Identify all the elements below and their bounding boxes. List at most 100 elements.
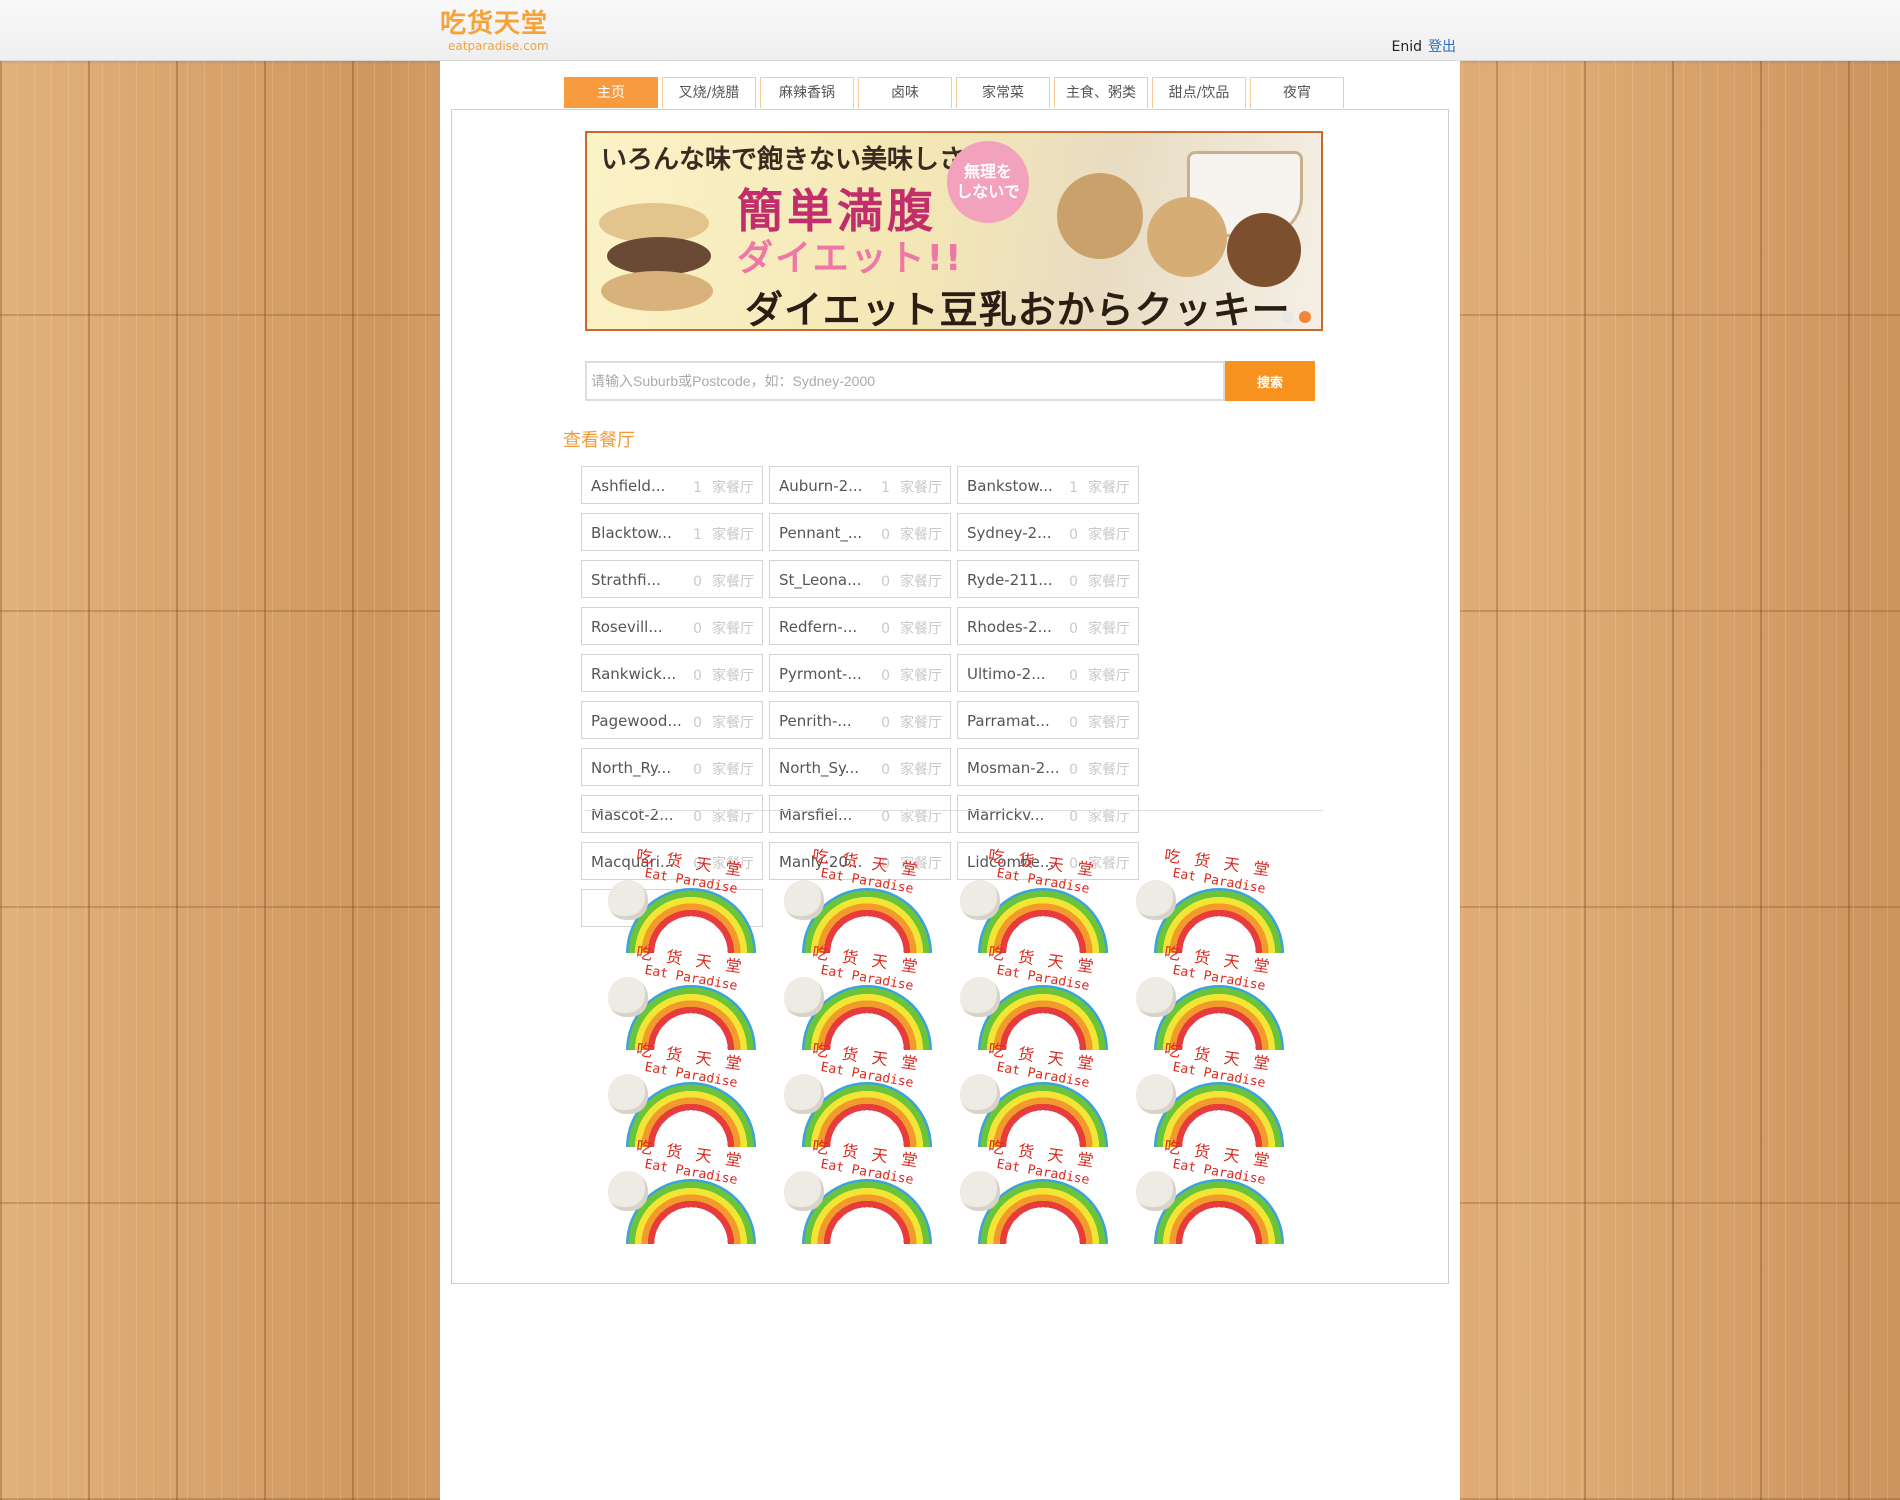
restaurant-logo[interactable]: 吃货天堂 Eat Paradise xyxy=(944,943,1120,1050)
count-unit: 家餐厅 xyxy=(1088,762,1130,778)
suburb-name: Bankstow... xyxy=(967,477,1053,495)
tab-4[interactable]: 家常菜 xyxy=(956,77,1050,108)
count-value: 0 xyxy=(693,809,702,825)
cookie-graphic xyxy=(1147,197,1227,277)
restaurant-logo[interactable]: 吃货天堂 Eat Paradise xyxy=(592,943,768,1050)
suburb-card[interactable]: Penrith-... 0 家餐厅 xyxy=(769,701,951,739)
banner-product-name: ダイエット豆乳おからクッキー xyxy=(745,287,1291,331)
suburb-card[interactable]: Parramat... 0 家餐厅 xyxy=(957,701,1139,739)
restaurant-count: 0 家餐厅 xyxy=(693,618,754,638)
restaurant-logo[interactable]: 吃货天堂 Eat Paradise xyxy=(1120,943,1296,1050)
suburb-card[interactable]: Ultimo-2... 0 家餐厅 xyxy=(957,654,1139,692)
suburb-card[interactable]: Strathfi... 0 家餐厅 xyxy=(581,560,763,598)
restaurant-logo[interactable]: 吃货天堂 Eat Paradise xyxy=(944,846,1120,953)
banner-headline: いろんな味で飽きない美味しさ! xyxy=(601,145,977,175)
restaurant-count: 0 家餐厅 xyxy=(881,665,942,685)
chef-hat-icon xyxy=(784,977,824,1017)
suburb-name: Ryde-211... xyxy=(967,571,1053,589)
suburb-card[interactable]: Sydney-2... 0 家餐厅 xyxy=(957,513,1139,551)
suburb-name: Marrickv... xyxy=(967,806,1045,824)
chef-hat-icon xyxy=(608,977,648,1017)
restaurant-count: 0 家餐厅 xyxy=(881,712,942,732)
tab-0[interactable]: 主页 xyxy=(564,77,658,108)
suburb-name: Rhodes-2... xyxy=(967,618,1052,636)
restaurant-logo[interactable]: 吃货天堂 Eat Paradise xyxy=(1120,846,1296,953)
suburb-card[interactable]: St_Leona... 0 家餐厅 xyxy=(769,560,951,598)
restaurant-logo[interactable]: 吃货天堂 Eat Paradise xyxy=(1120,1040,1296,1147)
count-unit: 家餐厅 xyxy=(712,574,754,590)
suburb-card[interactable]: Blacktow... 1 家餐厅 xyxy=(581,513,763,551)
suburb-card[interactable]: Redfern-... 0 家餐厅 xyxy=(769,607,951,645)
suburb-card[interactable]: Bankstow... 1 家餐厅 xyxy=(957,466,1139,504)
suburb-search-input[interactable] xyxy=(585,361,1225,401)
suburb-card[interactable]: Rankwick... 0 家餐厅 xyxy=(581,654,763,692)
count-unit: 家餐厅 xyxy=(712,809,754,825)
restaurant-count: 1 家餐厅 xyxy=(1069,477,1130,497)
restaurant-logo[interactable]: 吃货天堂 Eat Paradise xyxy=(768,943,944,1050)
restaurant-count: 1 家餐厅 xyxy=(881,477,942,497)
suburb-card[interactable]: Auburn-2... 1 家餐厅 xyxy=(769,466,951,504)
chef-hat-icon xyxy=(1136,880,1176,920)
suburb-name: Penrith-... xyxy=(779,712,852,730)
restaurant-logo[interactable]: 吃货天堂 Eat Paradise xyxy=(768,1137,944,1244)
suburb-name: Auburn-2... xyxy=(779,477,863,495)
promo-banner[interactable]: いろんな味で飽きない美味しさ! 簡単満腹 ダイエット!! ダイエット豆乳おからク… xyxy=(585,131,1323,331)
count-value: 1 xyxy=(693,480,702,496)
tab-3[interactable]: 卤味 xyxy=(858,77,952,108)
count-value: 0 xyxy=(881,527,890,543)
suburb-card[interactable]: Pennant_... 0 家餐厅 xyxy=(769,513,951,551)
restaurant-logo[interactable]: 吃货天堂 Eat Paradise xyxy=(768,846,944,953)
restaurant-logo[interactable]: 吃货天堂 Eat Paradise xyxy=(1120,1137,1296,1244)
restaurant-logo[interactable]: 吃货天堂 Eat Paradise xyxy=(768,1040,944,1147)
suburb-name: Parramat... xyxy=(967,712,1050,730)
count-value: 0 xyxy=(881,762,890,778)
restaurant-count: 0 家餐厅 xyxy=(1069,618,1130,638)
restaurant-logo[interactable]: 吃货天堂 Eat Paradise xyxy=(592,1040,768,1147)
logout-link[interactable]: 登出 xyxy=(1428,39,1456,55)
cookie-graphic xyxy=(1227,213,1301,287)
suburb-name: Mosman-2... xyxy=(967,759,1060,777)
restaurant-logo[interactable]: 吃货天堂 Eat Paradise xyxy=(944,1137,1120,1244)
suburb-card[interactable]: Mosman-2... 0 家餐厅 xyxy=(957,748,1139,786)
tab-6[interactable]: 甜点/饮品 xyxy=(1152,77,1246,108)
restaurant-count: 0 家餐厅 xyxy=(693,806,754,826)
suburb-card[interactable]: Ryde-211... 0 家餐厅 xyxy=(957,560,1139,598)
count-value: 0 xyxy=(693,621,702,637)
suburb-name: Pagewood... xyxy=(591,712,682,730)
chef-hat-icon xyxy=(960,1074,1000,1114)
carousel-dot[interactable] xyxy=(1281,311,1293,323)
restaurant-logo[interactable]: 吃货天堂 Eat Paradise xyxy=(592,846,768,953)
suburb-card[interactable]: Mascot-2... 0 家餐厅 xyxy=(581,795,763,833)
suburb-card[interactable]: Pyrmont-... 0 家餐厅 xyxy=(769,654,951,692)
suburb-card[interactable]: Marrickv... 0 家餐厅 xyxy=(957,795,1139,833)
restaurant-logo[interactable]: 吃货天堂 Eat Paradise xyxy=(592,1137,768,1244)
count-value: 0 xyxy=(693,574,702,590)
suburb-card[interactable]: Rosevill... 0 家餐厅 xyxy=(581,607,763,645)
suburb-card[interactable]: Rhodes-2... 0 家餐厅 xyxy=(957,607,1139,645)
chef-hat-icon xyxy=(608,1171,648,1211)
count-unit: 家餐厅 xyxy=(900,668,942,684)
suburb-card[interactable]: North_Ry... 0 家餐厅 xyxy=(581,748,763,786)
carousel-dot-active[interactable] xyxy=(1299,311,1311,323)
restaurant-logo[interactable]: 吃货天堂 Eat Paradise xyxy=(944,1040,1120,1147)
tab-7[interactable]: 夜宵 xyxy=(1250,77,1344,108)
count-unit: 家餐厅 xyxy=(712,715,754,731)
count-value: 0 xyxy=(881,668,890,684)
site-logo[interactable]: 吃货天堂 eatparadise.com xyxy=(440,9,570,57)
tab-5[interactable]: 主食、粥类 xyxy=(1054,77,1148,108)
cookie-graphic xyxy=(607,237,711,275)
page-container: 主页 叉烧/烧腊 麻辣香锅 卤味 家常菜 主食、粥类 甜点/饮品 夜宵 いろんな味で飽きない美… xyxy=(440,61,1460,1500)
tab-1[interactable]: 叉烧/烧腊 xyxy=(662,77,756,108)
restaurant-count: 0 家餐厅 xyxy=(1069,712,1130,732)
suburb-card[interactable]: Pagewood... 0 家餐厅 xyxy=(581,701,763,739)
count-unit: 家餐厅 xyxy=(712,762,754,778)
search-button[interactable]: 搜索 xyxy=(1225,361,1315,401)
tab-2[interactable]: 麻辣香锅 xyxy=(760,77,854,108)
count-value: 1 xyxy=(693,527,702,543)
suburb-card[interactable]: Marsfiel... 0 家餐厅 xyxy=(769,795,951,833)
count-value: 0 xyxy=(1069,527,1078,543)
suburb-card[interactable]: North_Sy... 0 家餐厅 xyxy=(769,748,951,786)
chef-hat-icon xyxy=(960,880,1000,920)
suburb-card[interactable]: Ashfield... 1 家餐厅 xyxy=(581,466,763,504)
count-value: 0 xyxy=(693,668,702,684)
